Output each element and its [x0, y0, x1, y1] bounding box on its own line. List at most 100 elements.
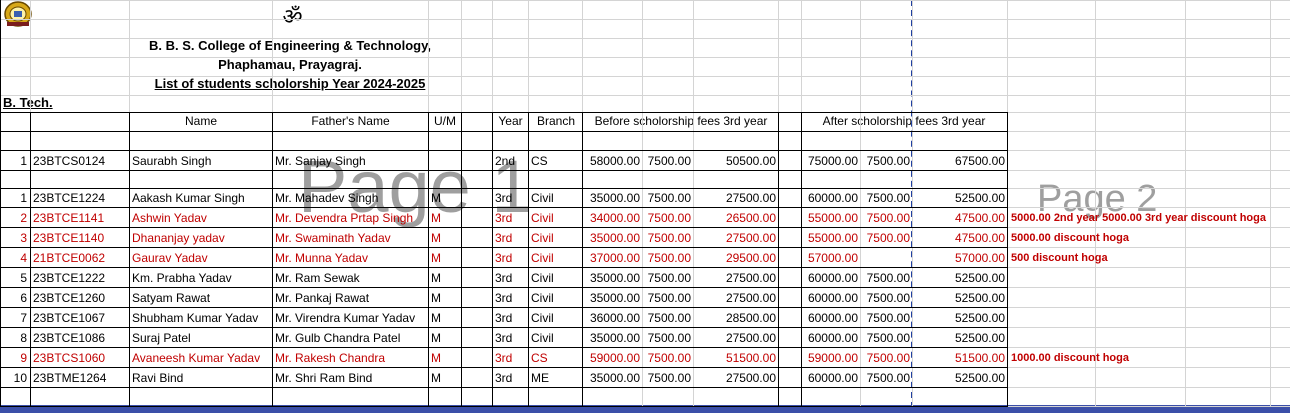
table-border-horizontal: [0, 247, 1008, 248]
table-border-horizontal: [0, 406, 1008, 407]
cell-after-net-fee: 52500.00: [954, 371, 1005, 385]
table-border-vertical: [428, 112, 429, 406]
college-name-line2: Phaphamau, Prayagraj.: [218, 57, 362, 72]
cell-after-total-fee: 57000.00: [807, 251, 858, 265]
cell-serial-number: 10: [13, 371, 27, 385]
cell-year: 3rd: [495, 371, 513, 385]
cell-serial-number: 7: [20, 311, 27, 325]
gridline-horizontal: [0, 95, 1290, 96]
table-border-horizontal: [0, 307, 1008, 308]
cell-um: M: [431, 371, 441, 385]
discount-note: 5000.00 discount hoga: [1011, 232, 1129, 244]
cell-student-name: Km. Prabha Yadav: [132, 271, 232, 285]
cell-roll-number: 23BTCS1060: [33, 351, 106, 365]
cell-branch: Civil: [531, 291, 554, 305]
table-border-horizontal: [0, 207, 1008, 208]
header-name: Name: [184, 114, 217, 128]
gridline-horizontal: [0, 19, 1290, 20]
table-border-horizontal: [0, 347, 1008, 348]
cell-serial-number: 3: [20, 231, 27, 245]
college-name-line1: B. B. S. College of Engineering & Techno…: [149, 38, 431, 53]
cell-after-scholarship: 7500.00: [866, 371, 910, 385]
cell-before-net-fee: 27500.00: [725, 191, 776, 205]
discount-note: 500 discount hoga: [1011, 252, 1108, 264]
cell-student-name: Saurabh Singh: [132, 154, 212, 168]
cell-after-total-fee: 60000.00: [807, 291, 858, 305]
cell-um: M: [431, 211, 441, 225]
cell-father-name: Mr. Virendra Kumar Yadav: [275, 311, 416, 325]
cell-after-net-fee: 52500.00: [954, 331, 1005, 345]
cell-before-scholarship: 7500.00: [647, 271, 691, 285]
cell-serial-number: 4: [20, 251, 27, 265]
table-border-horizontal: [0, 227, 1008, 228]
cell-before-total-fee: 35000.00: [589, 331, 640, 345]
cell-serial-number: 1: [20, 191, 27, 205]
header-branch: Branch: [536, 114, 576, 128]
cell-after-total-fee: 60000.00: [807, 191, 858, 205]
cell-after-net-fee: 52500.00: [954, 271, 1005, 285]
cell-roll-number: 23BTCE1141: [33, 211, 105, 225]
cell-before-total-fee: 34000.00: [589, 211, 640, 225]
cell-before-net-fee: 27500.00: [725, 231, 776, 245]
table-border-vertical: [528, 112, 529, 406]
header-before-scholarship: Before scholorship fees 3rd year: [594, 114, 768, 128]
gridline-vertical: [1185, 0, 1186, 406]
cell-student-name: Ashwin Yadav: [132, 211, 207, 225]
cell-after-total-fee: 60000.00: [807, 311, 858, 325]
table-border-vertical: [778, 112, 779, 406]
cell-roll-number: 23BTCS0124: [33, 154, 106, 168]
cell-student-name: Suraj Patel: [132, 331, 191, 345]
table-border-horizontal: [0, 112, 1008, 113]
cell-um: M: [431, 251, 441, 265]
cell-father-name: Mr. Devendra Prtap Singh: [275, 211, 414, 225]
cell-um: M: [431, 351, 441, 365]
cell-after-net-fee: 52500.00: [954, 311, 1005, 325]
cell-father-name: Mr. Mahadev Singh: [275, 191, 379, 205]
cell-roll-number: 23BTCE1260: [33, 291, 106, 305]
cell-before-scholarship: 7500.00: [647, 251, 691, 265]
cell-branch: ME: [531, 371, 549, 385]
cell-after-total-fee: 55000.00: [807, 231, 858, 245]
header-father-name: Father's Name: [311, 114, 390, 128]
program-label: B. Tech.: [3, 95, 53, 110]
table-border-horizontal: [0, 327, 1008, 328]
cell-before-scholarship: 7500.00: [647, 331, 691, 345]
gridline-horizontal: [0, 76, 1290, 77]
table-border-horizontal: [0, 267, 1008, 268]
cell-year: 3rd: [495, 211, 513, 225]
cell-after-net-fee: 52500.00: [954, 291, 1005, 305]
cell-after-total-fee: 60000.00: [807, 271, 858, 285]
table-border-vertical: [272, 112, 273, 406]
table-border-horizontal: [0, 367, 1008, 368]
cell-before-net-fee: 27500.00: [725, 371, 776, 385]
cell-branch: Civil: [531, 311, 554, 325]
discount-note: 5000.00 2nd year 5000.00 3rd year discou…: [1011, 212, 1266, 224]
cell-father-name: Mr. Rakesh Chandra: [275, 351, 386, 365]
cell-after-scholarship: 7500.00: [866, 154, 910, 168]
cell-branch: CS: [531, 154, 548, 168]
cell-after-net-fee: 47500.00: [954, 211, 1005, 225]
cell-after-total-fee: 60000.00: [807, 371, 858, 385]
cell-year: 3rd: [495, 191, 513, 205]
gridline-horizontal: [0, 57, 1290, 58]
cell-before-net-fee: 50500.00: [725, 154, 776, 168]
gridline-vertical: [1270, 0, 1271, 406]
cell-before-total-fee: 35000.00: [589, 231, 640, 245]
cell-before-scholarship: 7500.00: [647, 311, 691, 325]
cell-serial-number: 5: [20, 271, 27, 285]
cell-year: 3rd: [495, 311, 513, 325]
cell-um: M: [431, 191, 441, 205]
cell-roll-number: 23BTCE1222: [33, 271, 106, 285]
cell-before-total-fee: 35000.00: [589, 291, 640, 305]
cell-branch: Civil: [531, 231, 554, 245]
cell-roll-number: 21BTCE0062: [33, 251, 106, 265]
cell-year: 3rd: [495, 331, 513, 345]
cell-roll-number: 23BTCE1140: [33, 231, 105, 245]
cell-after-total-fee: 55000.00: [807, 211, 858, 225]
cell-before-net-fee: 27500.00: [725, 271, 776, 285]
cell-before-total-fee: 58000.00: [589, 154, 640, 168]
gridline-horizontal: [0, 38, 1290, 39]
cell-father-name: Mr. Munna Yadav: [275, 251, 368, 265]
gridline-horizontal: [0, 0, 1290, 1]
cell-branch: Civil: [531, 191, 554, 205]
